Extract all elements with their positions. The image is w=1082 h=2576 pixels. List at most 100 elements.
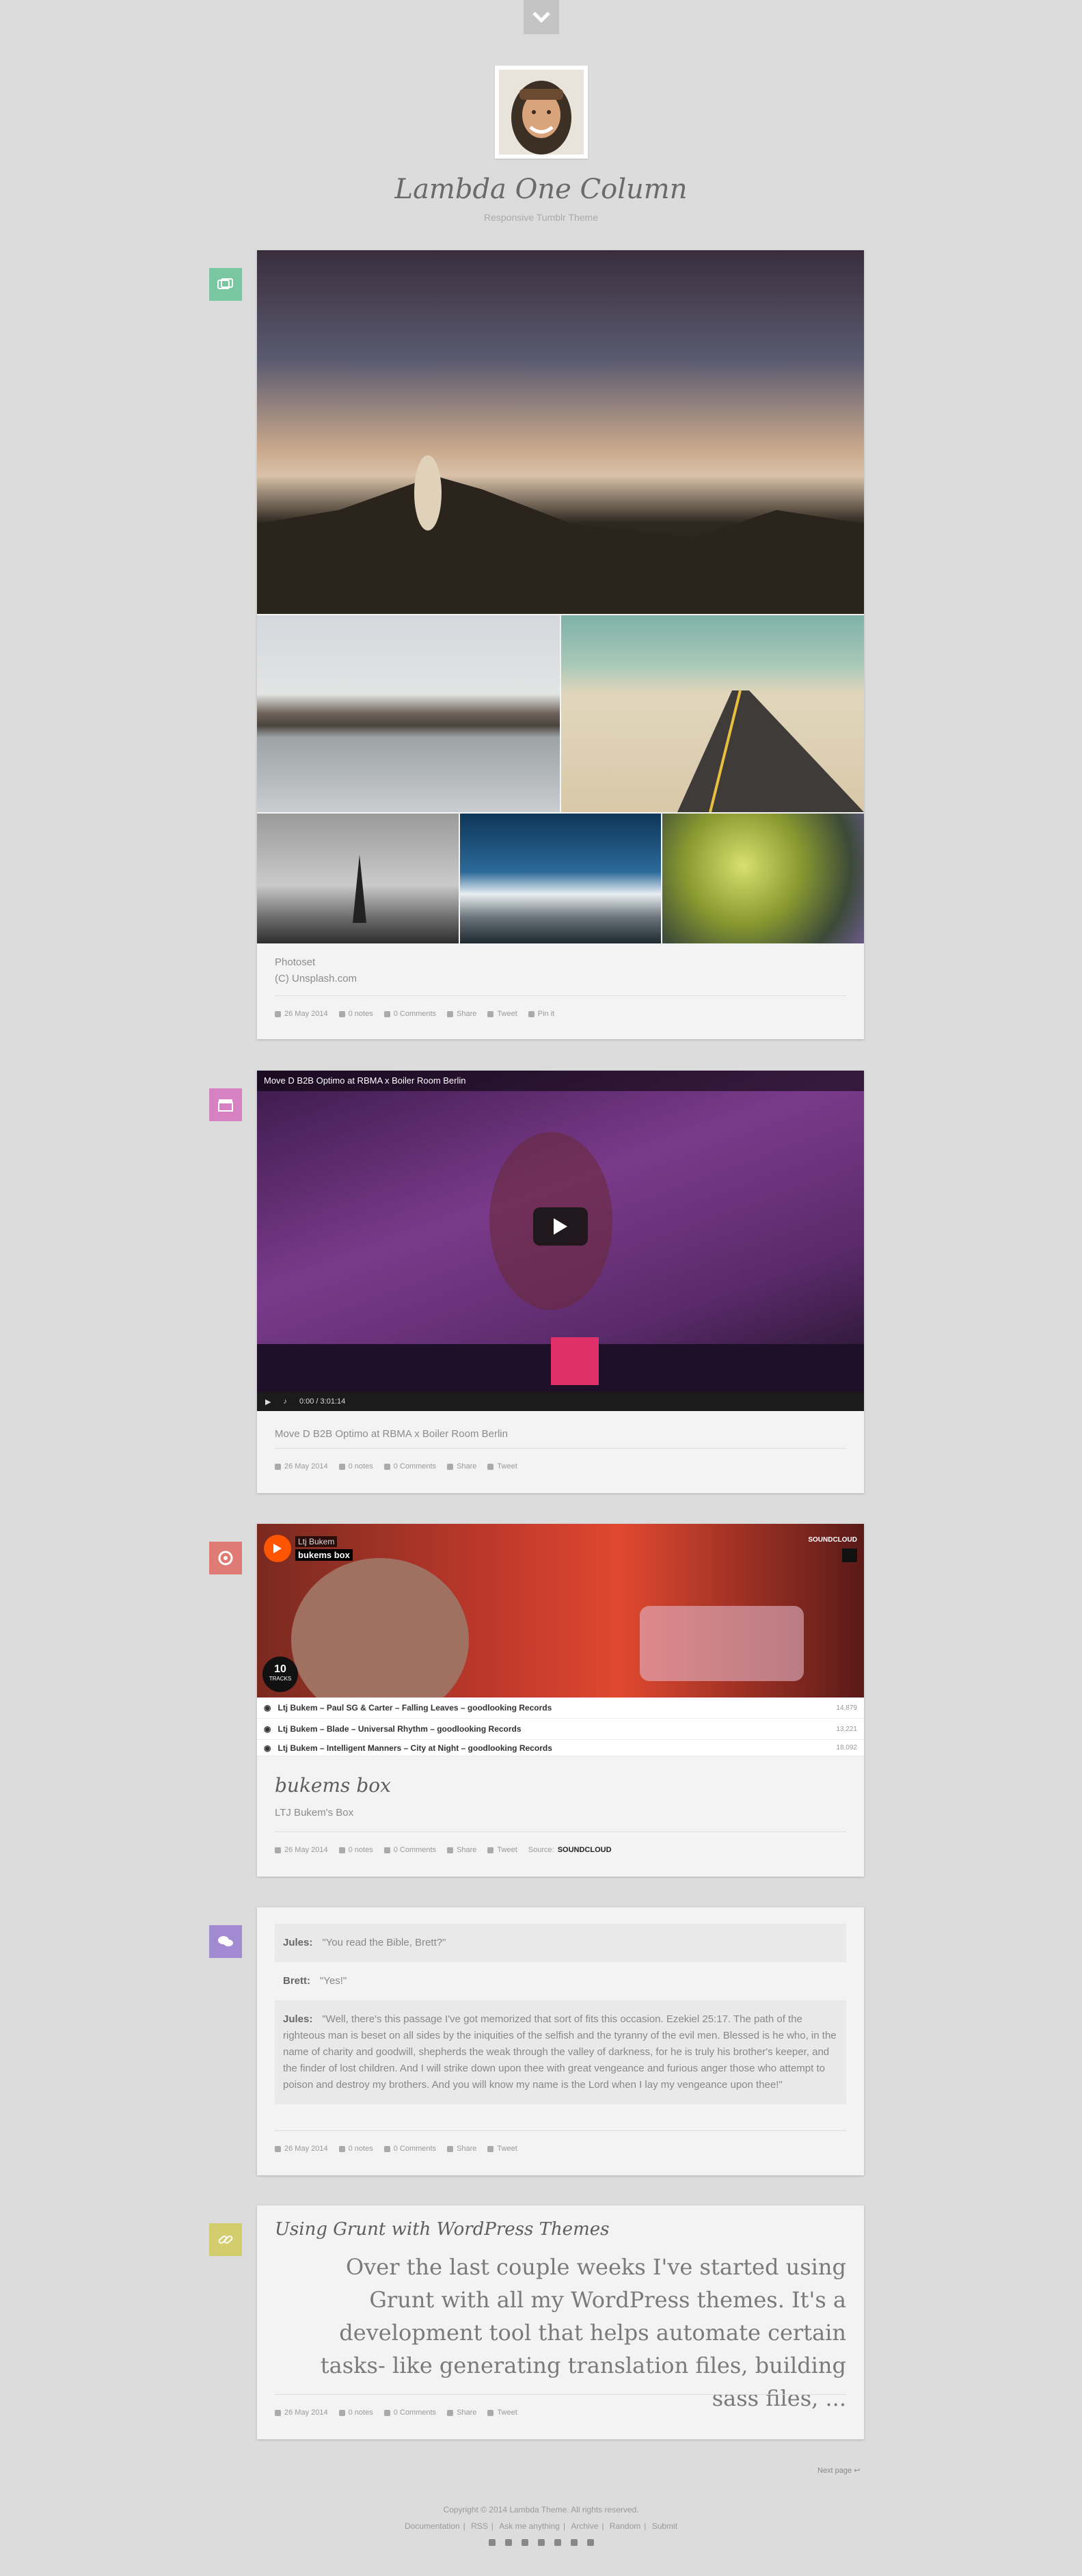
- notes-link[interactable]: 0 notes: [338, 1846, 373, 1854]
- heart-icon: [338, 2145, 345, 2152]
- date-link[interactable]: 26 May 2014: [275, 2145, 328, 2153]
- sc-set-name[interactable]: bukems box: [295, 1549, 353, 1561]
- date-link[interactable]: 26 May 2014: [275, 2409, 328, 2417]
- heart-icon: [338, 1010, 345, 1017]
- notes-link[interactable]: 0 notes: [338, 2145, 373, 2153]
- comments-link[interactable]: 0 Comments: [383, 2409, 436, 2417]
- post-meta: 26 May 2014 0 notes 0 Comments Share Twe…: [275, 2130, 846, 2169]
- notes-link[interactable]: 0 notes: [338, 1010, 373, 1018]
- photoset-post: Photoset (C) Unsplash.com 26 May 2014 0 …: [209, 250, 864, 1039]
- tweet-button[interactable]: Tweet: [487, 1010, 517, 1018]
- link-type-icon[interactable]: [209, 2223, 242, 2256]
- date-link[interactable]: 26 May 2014: [275, 1010, 328, 1018]
- share-button[interactable]: Share: [447, 2145, 476, 2153]
- notes-link[interactable]: 0 notes: [338, 1462, 373, 1471]
- tweet-button[interactable]: Tweet: [487, 2145, 517, 2153]
- audio-type-icon[interactable]: [209, 1542, 242, 1574]
- instagram-icon[interactable]: [537, 2539, 545, 2546]
- photo-road[interactable]: [561, 615, 864, 812]
- audio-title[interactable]: bukems box: [275, 1774, 846, 1797]
- volume-icon[interactable]: ♪: [283, 1397, 287, 1406]
- date-link[interactable]: 26 May 2014: [275, 1846, 328, 1854]
- share-button[interactable]: Share: [447, 1846, 476, 1854]
- photoset-type-icon[interactable]: [209, 268, 242, 301]
- facebook-icon: [447, 1010, 454, 1017]
- tweet-button[interactable]: Tweet: [487, 1462, 517, 1471]
- next-page-link[interactable]: Next page ↩: [817, 2466, 860, 2475]
- twitter-icon: [487, 1010, 494, 1017]
- chat-type-icon[interactable]: [209, 1925, 242, 1958]
- twitter-icon[interactable]: [504, 2539, 512, 2546]
- youtube-icon[interactable]: [586, 2539, 594, 2546]
- comments-link[interactable]: 0 Comments: [383, 1462, 436, 1471]
- play-icon: [273, 1544, 282, 1553]
- facebook-icon: [447, 1847, 454, 1853]
- track-row[interactable]: ◉ Ltj Bukem – Intelligent Manners – City …: [257, 1740, 864, 1756]
- share-button[interactable]: Share: [447, 1010, 476, 1018]
- video-title-bar: Move D B2B Optimo at RBMA x Boiler Room …: [257, 1071, 864, 1091]
- chat-speaker: Jules:: [283, 1937, 313, 1948]
- photoset-caption-credit[interactable]: (C) Unsplash.com: [275, 971, 846, 987]
- play-control-icon[interactable]: ▶: [265, 1397, 271, 1406]
- comments-link[interactable]: 0 Comments: [383, 1010, 436, 1018]
- video-controls: ▶ ♪ 0:00 / 3:01:14: [257, 1392, 864, 1411]
- photoset-caption-title: Photoset: [275, 956, 316, 968]
- footer-link-archive[interactable]: Archive: [571, 2521, 598, 2531]
- comments-link[interactable]: 0 Comments: [383, 2145, 436, 2153]
- video-player[interactable]: Move D B2B Optimo at RBMA x Boiler Room …: [257, 1071, 864, 1411]
- track-play-icon[interactable]: ◉: [264, 1724, 271, 1734]
- video-play-button[interactable]: [533, 1207, 588, 1246]
- blog-description: Responsive Tumblr Theme: [483, 212, 599, 223]
- sc-buy-button[interactable]: [842, 1548, 857, 1562]
- post-meta: 26 May 2014 0 notes 0 Comments Share Twe…: [275, 2394, 846, 2433]
- facebook-icon[interactable]: [488, 2539, 496, 2546]
- track-play-icon[interactable]: ◉: [264, 1703, 271, 1713]
- footer-link-documentation[interactable]: Documentation: [405, 2521, 460, 2531]
- video-type-icon[interactable]: [209, 1088, 242, 1121]
- footer-link-ask[interactable]: Ask me anything: [499, 2521, 560, 2531]
- comments-link[interactable]: 0 Comments: [383, 1846, 436, 1854]
- comments-icon: [383, 1847, 390, 1853]
- source-link[interactable]: Source: SOUNDCLOUD: [528, 1846, 612, 1854]
- calendar-icon: [275, 2409, 281, 2416]
- track-play-icon[interactable]: ◉: [264, 1743, 271, 1753]
- soundcloud-player[interactable]: Ltj Bukem bukems box SOUNDCLOUD 10 TRACK…: [257, 1524, 864, 1698]
- footer-link-random[interactable]: Random: [610, 2521, 640, 2531]
- footer-link-rss[interactable]: RSS: [471, 2521, 488, 2531]
- notes-link[interactable]: 0 notes: [338, 2409, 373, 2417]
- video-post: Move D B2B Optimo at RBMA x Boiler Room …: [209, 1071, 864, 1493]
- share-button[interactable]: Share: [447, 2409, 476, 2417]
- pin-button[interactable]: Pin it: [528, 1010, 554, 1018]
- track-row[interactable]: ◉ Ltj Bukem – Paul SG & Carter – Falling …: [257, 1698, 864, 1719]
- audio-post: Ltj Bukem bukems box SOUNDCLOUD 10 TRACK…: [209, 1524, 864, 1877]
- photo-pier[interactable]: [257, 615, 560, 812]
- share-button[interactable]: Share: [447, 1462, 476, 1471]
- footer: Copyright © 2014 Lambda Theme. All right…: [0, 2505, 1082, 2546]
- tweet-button[interactable]: Tweet: [487, 2409, 517, 2417]
- sc-brand[interactable]: SOUNDCLOUD: [808, 1536, 857, 1544]
- link-title[interactable]: Using Grunt with WordPress Themes: [275, 2219, 846, 2240]
- tweet-button[interactable]: Tweet: [487, 1846, 517, 1854]
- comments-icon: [383, 2409, 390, 2416]
- track-row[interactable]: ◉ Ltj Bukem – Blade – Universal Rhythm – …: [257, 1719, 864, 1740]
- header-toggle-button[interactable]: [524, 0, 559, 34]
- chat-text: "Yes!": [320, 1975, 347, 1987]
- photo-leaves[interactable]: [662, 814, 864, 943]
- avatar[interactable]: [494, 66, 588, 159]
- blog-title[interactable]: Lambda One Column: [0, 174, 1082, 205]
- flickr-icon[interactable]: [554, 2539, 561, 2546]
- sc-artist[interactable]: Ltj Bukem: [295, 1536, 338, 1547]
- photo-eiffel[interactable]: [257, 814, 459, 943]
- date-link[interactable]: 26 May 2014: [275, 1462, 328, 1471]
- sc-play-button[interactable]: [264, 1535, 291, 1562]
- pinterest-icon[interactable]: [570, 2539, 578, 2546]
- photo-snow-mountains[interactable]: [460, 814, 661, 943]
- photo-mountain[interactable]: [257, 250, 864, 614]
- google-plus-icon[interactable]: [521, 2539, 528, 2546]
- heart-icon: [338, 1847, 345, 1853]
- calendar-icon: [275, 1010, 281, 1017]
- video-time: 0:00 / 3:01:14: [299, 1397, 346, 1406]
- video-title[interactable]: Move D B2B Optimo at RBMA x Boiler Room …: [264, 1075, 466, 1086]
- footer-link-submit[interactable]: Submit: [652, 2521, 677, 2531]
- post-meta: 26 May 2014 0 notes 0 Comments Share Twe…: [275, 1448, 846, 1487]
